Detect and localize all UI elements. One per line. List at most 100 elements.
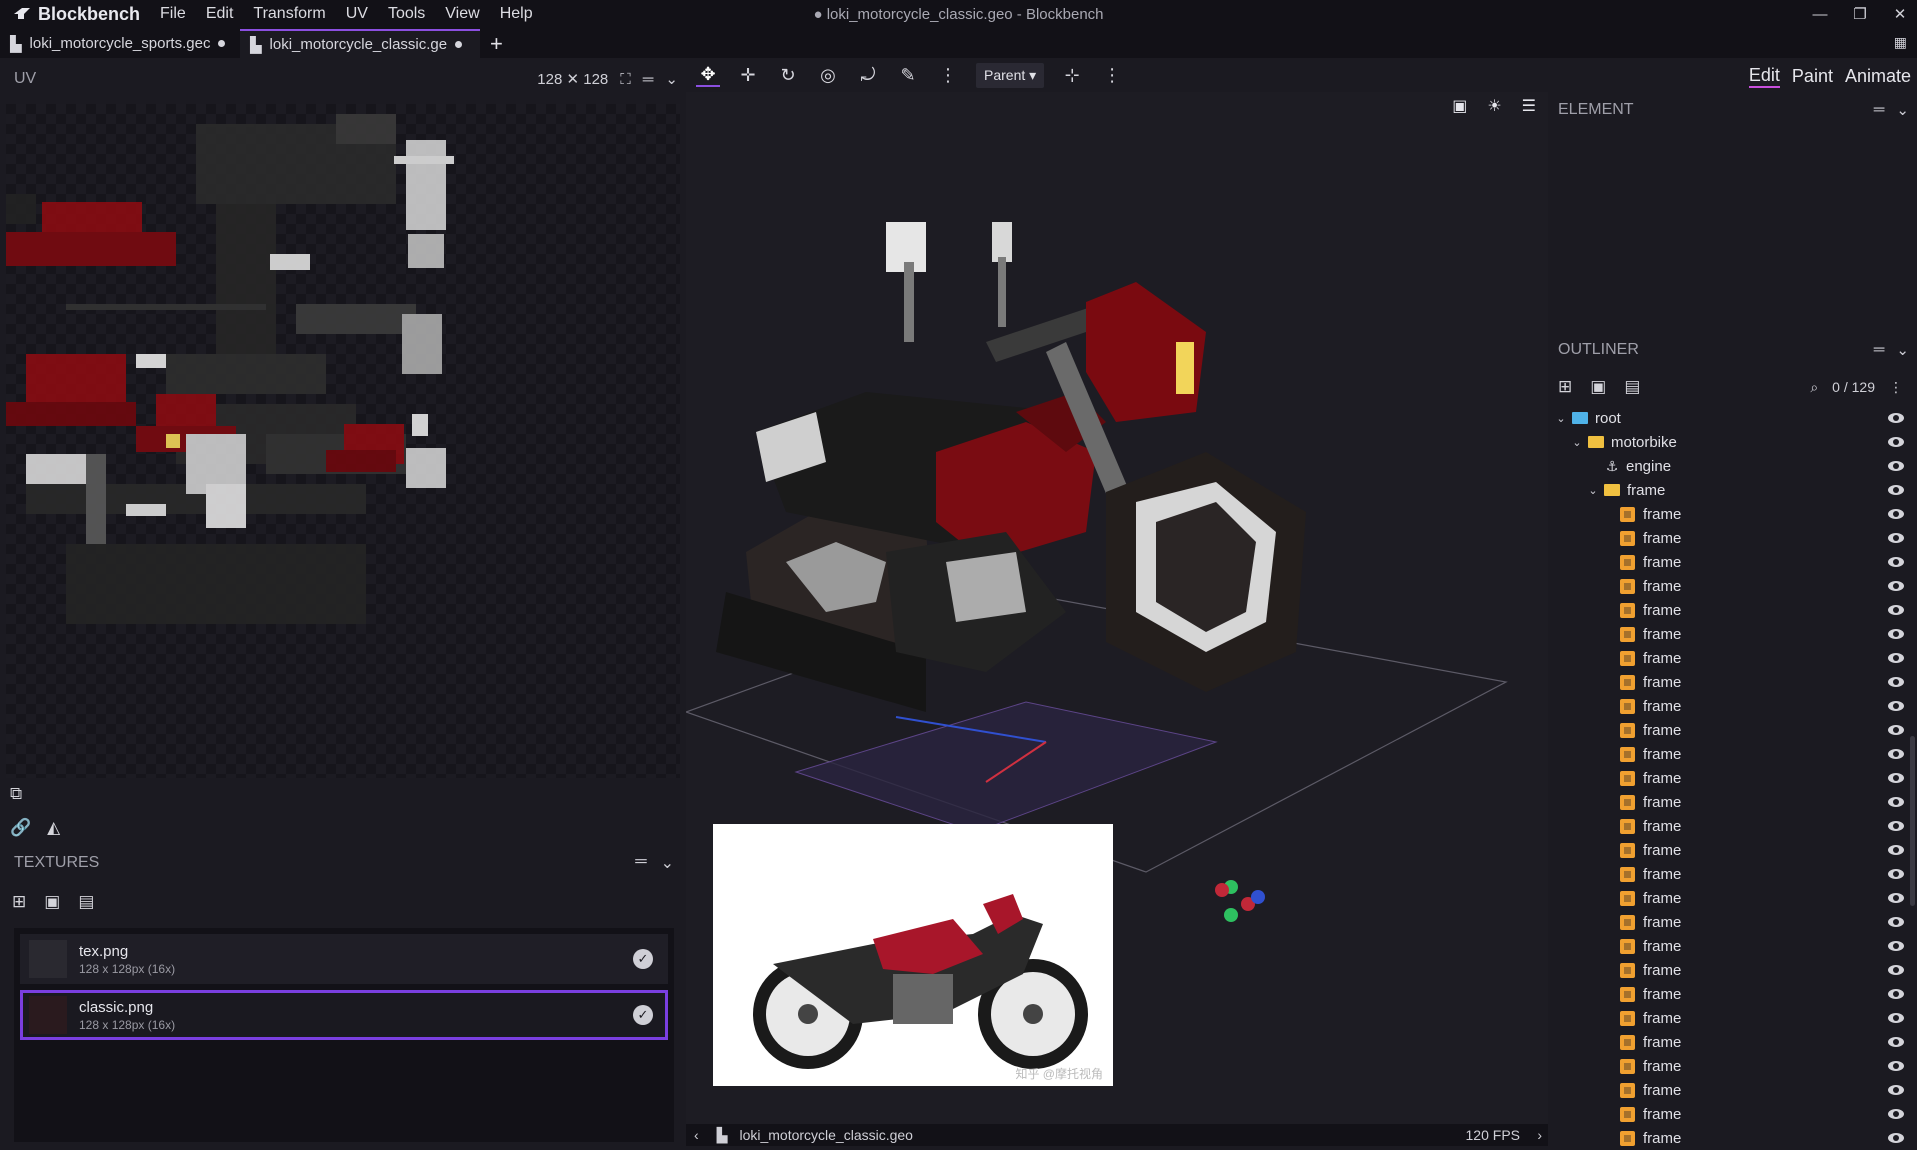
texture-folder-icon[interactable]: ▤ bbox=[78, 892, 94, 912]
visibility-eye-icon[interactable] bbox=[1888, 581, 1904, 591]
visibility-eye-icon[interactable] bbox=[1888, 701, 1904, 711]
mode-animate[interactable]: Animate bbox=[1845, 66, 1911, 87]
create-texture-icon[interactable]: ▣ bbox=[44, 892, 60, 912]
visibility-eye-icon[interactable] bbox=[1888, 797, 1904, 807]
texture-item-classic[interactable]: classic.png 128 x 128px (16x) ✓ bbox=[20, 990, 668, 1040]
visibility-eye-icon[interactable] bbox=[1888, 677, 1904, 687]
add-cube-icon[interactable]: ⊞ bbox=[1558, 377, 1572, 397]
outliner-row-cube[interactable]: frame bbox=[1554, 766, 1904, 790]
outliner-row-cube[interactable]: frame bbox=[1554, 1030, 1904, 1054]
uv-size-label[interactable]: 128 ✕ 128 bbox=[537, 70, 608, 88]
outliner-row-cube[interactable]: frame bbox=[1554, 814, 1904, 838]
menu-edit[interactable]: Edit bbox=[196, 5, 244, 23]
visibility-eye-icon[interactable] bbox=[1888, 557, 1904, 567]
visibility-eye-icon[interactable] bbox=[1888, 1085, 1904, 1095]
tab-project-sports[interactable]: ▙ loki_motorcycle_sports.gec bbox=[0, 29, 240, 58]
visibility-eye-icon[interactable] bbox=[1888, 989, 1904, 999]
visibility-eye-icon[interactable] bbox=[1888, 869, 1904, 879]
outliner-row-cube[interactable]: frame bbox=[1554, 886, 1904, 910]
viewport-3d[interactable]: ▣ ☀ ☰ 知乎 @摩托视角 bbox=[686, 92, 1548, 1124]
outliner-row-locator[interactable]: ⚓ engine bbox=[1554, 454, 1904, 478]
panel-menu-icon[interactable]: ═ bbox=[1874, 101, 1885, 119]
outliner-row-cube[interactable]: frame bbox=[1554, 670, 1904, 694]
visibility-eye-icon[interactable] bbox=[1888, 845, 1904, 855]
chevron-left-icon[interactable]: ‹ bbox=[694, 1127, 699, 1143]
chevron-down-icon[interactable]: ⌄ bbox=[1896, 101, 1909, 119]
tab-project-classic[interactable]: ▙ loki_motorcycle_classic.ge bbox=[240, 29, 480, 58]
visibility-eye-icon[interactable] bbox=[1888, 1037, 1904, 1047]
pivot-tool-icon[interactable]: ◎ bbox=[816, 65, 840, 86]
more-options-icon[interactable]: ⋮ bbox=[1889, 379, 1903, 396]
menu-file[interactable]: File bbox=[150, 5, 196, 23]
minimize-icon[interactable]: — bbox=[1809, 6, 1831, 23]
outliner-row-cube[interactable]: frame bbox=[1554, 598, 1904, 622]
outliner-row-cube[interactable]: frame bbox=[1554, 742, 1904, 766]
outliner-row-cube[interactable]: frame bbox=[1554, 718, 1904, 742]
close-icon[interactable]: ✕ bbox=[1889, 5, 1911, 23]
menu-uv[interactable]: UV bbox=[336, 5, 378, 23]
texture-item-tex[interactable]: tex.png 128 x 128px (16x) ✓ bbox=[20, 934, 668, 984]
chevron-down-icon[interactable]: ⌄ bbox=[1586, 484, 1600, 497]
panel-menu-icon[interactable]: ═ bbox=[1874, 341, 1885, 359]
outliner-row-root[interactable]: ⌄ root bbox=[1554, 406, 1904, 430]
chevron-right-icon[interactable]: › bbox=[1537, 1127, 1542, 1143]
collapse-all-icon[interactable]: ▤ bbox=[1624, 377, 1640, 397]
link-icon[interactable]: 🔗 bbox=[10, 818, 31, 838]
chevron-down-icon[interactable]: ⌄ bbox=[661, 853, 674, 873]
visibility-eye-icon[interactable] bbox=[1888, 509, 1904, 519]
visibility-eye-icon[interactable] bbox=[1888, 725, 1904, 735]
restore-icon[interactable]: ❐ bbox=[1849, 5, 1871, 23]
visibility-eye-icon[interactable] bbox=[1888, 773, 1904, 783]
outliner-row-cube[interactable]: frame bbox=[1554, 982, 1904, 1006]
rotate-tool-icon[interactable]: ↻ bbox=[776, 65, 800, 86]
outliner-row-folder[interactable]: ⌄ frame bbox=[1554, 478, 1904, 502]
more-options-icon[interactable]: ⋮ bbox=[1100, 65, 1124, 86]
outliner-row-cube[interactable]: frame bbox=[1554, 958, 1904, 982]
visibility-eye-icon[interactable] bbox=[1888, 533, 1904, 543]
outliner-row-cube[interactable]: frame bbox=[1554, 838, 1904, 862]
menu-help[interactable]: Help bbox=[490, 5, 543, 23]
check-circle-icon[interactable]: ✓ bbox=[633, 949, 653, 969]
outliner-row-cube[interactable]: frame bbox=[1554, 934, 1904, 958]
chevron-down-icon[interactable]: ⌄ bbox=[1896, 341, 1909, 359]
visibility-eye-icon[interactable] bbox=[1888, 1109, 1904, 1119]
visibility-eye-icon[interactable] bbox=[1888, 485, 1904, 495]
visibility-eye-icon[interactable] bbox=[1888, 893, 1904, 903]
visibility-eye-icon[interactable] bbox=[1888, 965, 1904, 975]
chevron-down-icon[interactable]: ⌄ bbox=[1554, 412, 1568, 425]
visibility-eye-icon[interactable] bbox=[1888, 437, 1904, 447]
mode-paint[interactable]: Paint bbox=[1792, 66, 1833, 87]
add-group-icon[interactable]: ▣ bbox=[1590, 377, 1606, 397]
outliner-row-cube[interactable]: frame bbox=[1554, 862, 1904, 886]
visibility-eye-icon[interactable] bbox=[1888, 1061, 1904, 1071]
more-tools-icon[interactable]: ⋮ bbox=[936, 65, 960, 86]
outliner-row-cube[interactable]: frame bbox=[1554, 526, 1904, 550]
visibility-eye-icon[interactable] bbox=[1888, 605, 1904, 615]
outliner-row-cube[interactable]: frame bbox=[1554, 574, 1904, 598]
transform-space-icon[interactable]: ⊹ bbox=[1060, 65, 1084, 86]
outliner-row-cube[interactable]: frame bbox=[1554, 502, 1904, 526]
visibility-eye-icon[interactable] bbox=[1888, 941, 1904, 951]
outliner-row-cube[interactable]: frame bbox=[1554, 1102, 1904, 1126]
outliner-row-cube[interactable]: frame bbox=[1554, 622, 1904, 646]
menu-view[interactable]: View bbox=[435, 5, 489, 23]
tab-overview-icon[interactable]: ▦ bbox=[1894, 34, 1907, 51]
outliner-row-cube[interactable]: frame bbox=[1554, 790, 1904, 814]
mirror-icon[interactable]: ◭ bbox=[47, 818, 60, 838]
visibility-eye-icon[interactable] bbox=[1888, 821, 1904, 831]
outliner-row-cube[interactable]: frame bbox=[1554, 1006, 1904, 1030]
fullscreen-icon[interactable]: ⛶ bbox=[620, 71, 631, 88]
outliner-row-cube[interactable]: frame bbox=[1554, 550, 1904, 574]
outliner-scrollbar[interactable] bbox=[1910, 736, 1915, 906]
mode-edit[interactable]: Edit bbox=[1748, 65, 1780, 88]
search-icon[interactable]: ⌕ bbox=[1810, 379, 1818, 396]
new-tab-button[interactable]: + bbox=[480, 29, 513, 58]
chevron-down-icon[interactable]: ⌄ bbox=[665, 70, 678, 88]
chevron-down-icon[interactable]: ⌄ bbox=[1570, 436, 1584, 449]
import-texture-icon[interactable]: ⊞ bbox=[12, 892, 26, 912]
visibility-eye-icon[interactable] bbox=[1888, 413, 1904, 423]
visibility-eye-icon[interactable] bbox=[1888, 749, 1904, 759]
visibility-eye-icon[interactable] bbox=[1888, 1133, 1904, 1143]
copy-icon[interactable]: ⧉ bbox=[10, 784, 22, 804]
resize-tool-icon[interactable]: ✛ bbox=[736, 65, 760, 86]
